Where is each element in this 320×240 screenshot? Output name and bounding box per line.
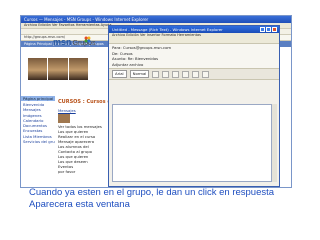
compose-title-text: Untitled - Message (Rich Text) - Windows… — [112, 27, 223, 32]
bold-icon[interactable] — [152, 70, 160, 78]
caption-line-1: Cuando ya esten en el grupo, le dan un c… — [29, 187, 275, 198]
instruction-caption: Cuando ya esten en el grupo, le dan un c… — [29, 187, 274, 211]
caption-line-2: Aparecera esta ventana — [29, 199, 130, 210]
formatting-toolbar: Arial Normal — [109, 69, 279, 80]
minimize-icon[interactable] — [260, 27, 265, 32]
maximize-icon[interactable] — [266, 27, 271, 32]
sidebar-item[interactable]: Página principal — [21, 96, 55, 101]
sidebar-item[interactable]: Servicios del grupo — [21, 139, 55, 144]
msn-butterfly-icon — [84, 36, 91, 43]
close-icon[interactable] — [272, 27, 277, 32]
compose-scrollbar[interactable] — [272, 104, 277, 182]
banner-photo — [28, 58, 48, 80]
compose-header-fields: Para: Cursos@groups.msn.com De: Cursos A… — [109, 44, 279, 69]
msn-logo-text: msn — [53, 37, 72, 47]
banner-photo — [68, 58, 88, 80]
size-select[interactable]: Normal — [129, 70, 150, 78]
underline-icon[interactable] — [172, 70, 180, 78]
message-line: por favor — [58, 169, 76, 174]
window-controls — [260, 27, 277, 32]
bullets-icon[interactable] — [202, 70, 210, 78]
messages-area: Mensajes Ver todos los mensajes Los que … — [56, 108, 112, 186]
attach-file-link[interactable]: Adjuntar archivo — [112, 62, 276, 68]
banner-photo — [48, 58, 68, 80]
background-window-title: Cursos — Mensajes - MSN Groups - Windows… — [21, 16, 291, 23]
group-banner-image — [28, 58, 88, 80]
font-select[interactable]: Arial — [112, 70, 127, 78]
align-center-icon[interactable] — [192, 70, 200, 78]
message-thumbnail — [58, 114, 70, 123]
compose-message-window: Untitled - Message (Rich Text) - Windows… — [108, 25, 280, 187]
italic-icon[interactable] — [162, 70, 170, 78]
slide: Cursos — Mensajes - MSN Groups - Windows… — [0, 0, 320, 240]
message-body-editor[interactable] — [112, 104, 272, 182]
align-left-icon[interactable] — [182, 70, 190, 78]
group-header: CURSOS : Cursos de P — [56, 98, 114, 107]
compose-window-title: Untitled - Message (Rich Text) - Windows… — [109, 26, 279, 33]
group-sidebar: Página principal Bienvenida Mensajes Imá… — [21, 96, 55, 186]
